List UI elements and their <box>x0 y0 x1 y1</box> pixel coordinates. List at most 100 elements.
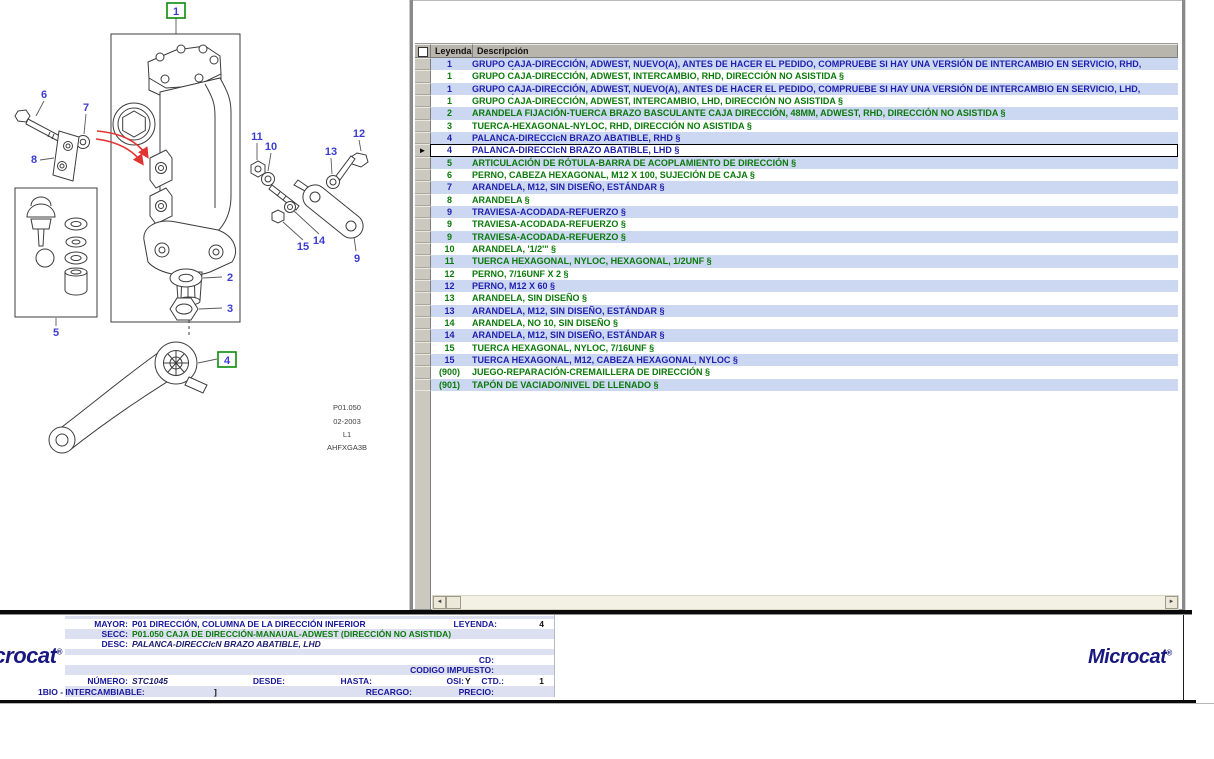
table-row[interactable]: 8 ARANDELA § <box>415 194 1178 206</box>
table-row[interactable]: 11 TUERCA HEXAGONAL, NYLOC, HEXAGONAL, 1… <box>415 255 1178 267</box>
table-row[interactable]: 15 TUERCA HEXAGONAL, M12, CABEZA HEXAGON… <box>415 354 1178 366</box>
row-legend: 1 <box>431 58 468 70</box>
row-legend: (900) <box>431 366 468 378</box>
row-selector-cell[interactable] <box>415 70 431 82</box>
row-legend: 9 <box>431 218 468 230</box>
table-row[interactable]: 4 PALANCA-DIRECCIcN BRAZO ABATIBLE, RHD … <box>415 132 1178 144</box>
pane-right-border <box>1182 0 1186 610</box>
scroll-right-button[interactable]: ► <box>1165 596 1178 609</box>
table-row[interactable]: 1 GRUPO CAJA-DIRECCIÓN, ADWEST, NUEVO(A)… <box>415 58 1178 70</box>
table-row[interactable]: 12 PERNO, 7/16UNF X 2 § <box>415 268 1178 280</box>
table-row[interactable]: 13 ARANDELA, SIN DISEÑO § <box>415 292 1178 304</box>
row-selector-cell[interactable] <box>415 157 431 169</box>
table-row[interactable]: 15 TUERCA HEXAGONAL, NYLOC, 7/16UNF § <box>415 342 1178 354</box>
row-description: ARANDELA, M12, SIN DISEÑO, ESTÁNDAR § <box>468 305 1178 317</box>
row-selector-cell[interactable] <box>415 107 431 119</box>
callout-3[interactable]: 3 <box>199 303 233 315</box>
row-selector-cell[interactable] <box>415 132 431 144</box>
row-selector-cell[interactable] <box>415 83 431 95</box>
table-row[interactable]: 14 ARANDELA, NO 10, SIN DISEÑO § <box>415 317 1178 329</box>
desde-label: DESDE: <box>225 676 285 686</box>
column-header-leyenda[interactable]: Leyenda <box>431 44 473 58</box>
row-selector-cell[interactable] <box>415 95 431 107</box>
diagram-reference-codes: P01.050 02-2003 L1 AHFXGA3B <box>327 403 367 452</box>
row-selector-cell[interactable] <box>415 366 431 378</box>
desc-value: PALANCA-DIRECCIcN BRAZO ABATIBLE, LHD <box>132 639 321 649</box>
row-selector-cell[interactable] <box>415 58 431 70</box>
callout-13[interactable]: 13 <box>325 146 337 174</box>
washer-2-figure <box>170 269 202 287</box>
table-row[interactable]: (900) JUEGO-REPARACIÓN-CREMAILLERA DE DI… <box>415 366 1178 378</box>
row-selector-cell[interactable] <box>415 268 431 280</box>
row-selector-cell[interactable] <box>415 218 431 230</box>
column-header-descripcion[interactable]: Descripción <box>473 44 1178 58</box>
table-row[interactable]: (901) TAPÓN DE VACIADO/NIVEL DE LLENADO … <box>415 379 1178 391</box>
row-selector-cell[interactable] <box>415 206 431 218</box>
table-row[interactable]: 1 GRUPO CAJA-DIRECCIÓN, ADWEST, INTERCAM… <box>415 70 1178 82</box>
table-row[interactable]: 9 TRAVIESA-ACODADA-REFUERZO § <box>415 206 1178 218</box>
row-selector-cell[interactable] <box>415 379 431 391</box>
svg-text:L1: L1 <box>343 430 351 439</box>
row-description: ARANDELA, NO 10, SIN DISEÑO § <box>468 317 1178 329</box>
row-selector-cell[interactable] <box>415 305 431 317</box>
callout-1[interactable]: 1 <box>167 3 185 34</box>
row-selector-cell[interactable] <box>415 329 431 341</box>
table-row[interactable]: ► 4 PALANCA-DIRECCIcN BRAZO ABATIBLE, LH… <box>415 144 1178 156</box>
row-selector-cell[interactable] <box>415 243 431 255</box>
table-row[interactable]: 10 ARANDELA, '1/2'" § <box>415 243 1178 255</box>
row-description: JUEGO-REPARACIÓN-CREMAILLERA DE DIRECCIÓ… <box>468 366 1178 378</box>
row-selector-cell[interactable] <box>415 169 431 181</box>
detail-panel: MAYOR: P01 DIRECCIÓN, COLUMNA DE LA DIRE… <box>0 615 1214 700</box>
row-selector-cell[interactable] <box>415 342 431 354</box>
horizontal-scrollbar[interactable]: ◄ ► <box>432 595 1179 610</box>
callout-6[interactable]: 6 <box>36 89 47 116</box>
row-legend: 15 <box>431 342 468 354</box>
row-selector-cell[interactable] <box>415 354 431 366</box>
table-row[interactable]: 7 ARANDELA, M12, SIN DISEÑO, ESTÁNDAR § <box>415 181 1178 193</box>
table-row[interactable]: 1 GRUPO CAJA-DIRECCIÓN, ADWEST, INTERCAM… <box>415 95 1178 107</box>
row-selector-cell[interactable] <box>415 292 431 304</box>
callout-5[interactable]: 5 <box>53 318 59 339</box>
row-legend: 6 <box>431 169 468 181</box>
row-legend: 14 <box>431 317 468 329</box>
svg-text:P01.050: P01.050 <box>333 403 361 412</box>
callout-2[interactable]: 2 <box>203 272 233 284</box>
row-gutter-tail <box>415 390 431 609</box>
table-row[interactable]: 2 ARANDELA FIJACIÓN-TUERCA BRAZO BASCULA… <box>415 107 1178 119</box>
scrollbar-thumb[interactable] <box>446 596 461 609</box>
table-row[interactable]: 13 ARANDELA, M12, SIN DISEÑO, ESTÁNDAR § <box>415 305 1178 317</box>
callout-15[interactable]: 15 <box>283 222 309 253</box>
callout-8[interactable]: 8 <box>31 154 54 166</box>
hasta-label: HASTA: <box>312 676 372 686</box>
scroll-left-button[interactable]: ◄ <box>433 596 446 609</box>
select-all-box-icon[interactable] <box>418 47 428 57</box>
table-row[interactable]: 6 PERNO, CABEZA HEXAGONAL, M12 X 100, SU… <box>415 169 1178 181</box>
scroll-right-icon: ► <box>1169 599 1175 605</box>
callout-10[interactable]: 10 <box>265 141 277 171</box>
callout-7[interactable]: 7 <box>83 102 89 134</box>
row-selector-cell[interactable] <box>415 120 431 132</box>
callout-4[interactable]: 4 <box>198 352 236 367</box>
row-selector-cell[interactable] <box>415 255 431 267</box>
table-row[interactable]: 9 TRAVIESA-ACODADA-REFUERZO § <box>415 231 1178 243</box>
table-row[interactable]: 12 PERNO, M12 X 60 § <box>415 280 1178 292</box>
table-row[interactable]: 3 TUERCA-HEXAGONAL-NYLOC, RHD, DIRECCIÓN… <box>415 120 1178 132</box>
table-row[interactable]: 5 ARTICULACIÓN DE RÓTULA-BARRA DE ACOPLA… <box>415 157 1178 169</box>
row-selector-cell[interactable] <box>415 181 431 193</box>
row-selector-cell[interactable] <box>415 231 431 243</box>
secc-label: SECC: <box>70 629 128 639</box>
table-row[interactable]: 14 ARANDELA, M12, SIN DISEÑO, ESTÁNDAR § <box>415 329 1178 341</box>
row-selector-cell[interactable] <box>415 317 431 329</box>
row-selector-cell[interactable] <box>415 194 431 206</box>
table-row[interactable]: 9 TRAVIESA-ACODADA-REFUERZO § <box>415 218 1178 230</box>
callout-12[interactable]: 12 <box>353 128 365 151</box>
select-all-cell[interactable] <box>415 44 431 58</box>
row-selector-cell[interactable]: ► <box>415 144 431 156</box>
row-description: ARANDELA, SIN DISEÑO § <box>468 292 1178 304</box>
callout-11[interactable]: 11 <box>251 131 263 160</box>
table-row[interactable]: 1 GRUPO CAJA-DIRECCIÓN, ADWEST, NUEVO(A)… <box>415 83 1178 95</box>
row-legend: 4 <box>431 132 468 144</box>
callout-9[interactable]: 9 <box>354 237 360 265</box>
row-selector-cell[interactable] <box>415 280 431 292</box>
row-legend: 1 <box>431 83 468 95</box>
